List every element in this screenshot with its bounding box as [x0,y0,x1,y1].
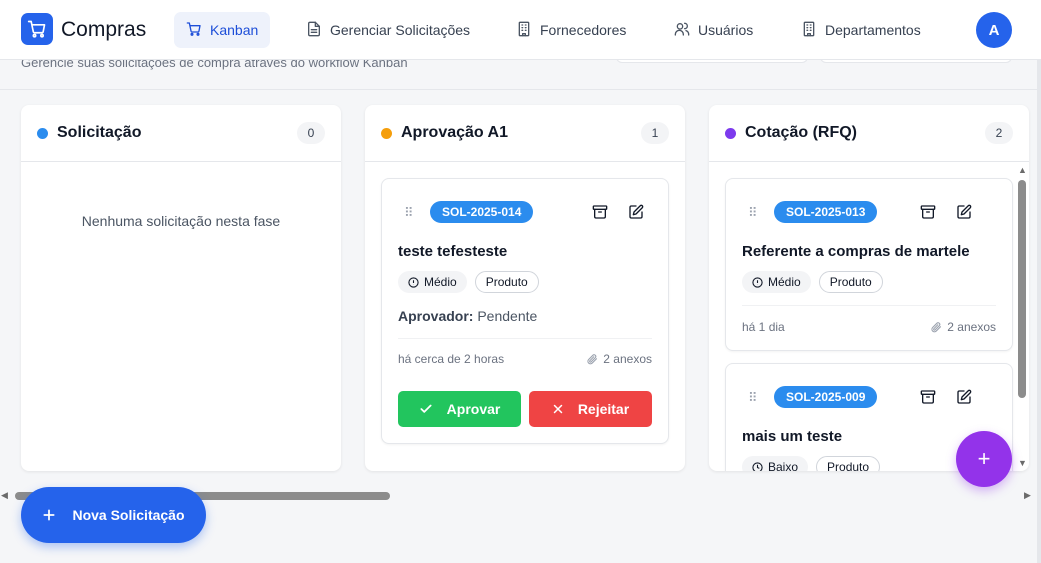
drag-handle-icon[interactable]: ⠿ [404,205,413,221]
empty-column-message: Nenhuma solicitação nesta fase [81,213,281,229]
card-divider [742,305,996,306]
building-icon [801,21,817,40]
request-code-badge: SOL-2025-014 [430,201,534,223]
urgency-tag: Médio [742,271,811,293]
nav-kanban-label: Kanban [210,22,259,38]
vertical-scroll-thumb[interactable] [1018,180,1026,398]
edit-icon[interactable] [954,202,974,222]
request-card[interactable]: ⠿ SOL-2025-014 teste tefesteste Médio Pr… [381,178,669,444]
nav-usuarios[interactable]: Usuários [662,12,765,48]
alert-circle-icon [752,276,763,288]
document-icon [306,21,322,40]
plus-icon [43,509,56,521]
request-code-badge: SOL-2025-009 [774,386,878,408]
app-name[interactable]: Compras [61,18,146,42]
column-header: Cotação (RFQ) 2 [709,105,1029,162]
column-title: Solicitação [57,124,142,141]
urgency-tag: Médio [398,271,467,293]
paperclip-icon [931,322,942,333]
attachments-info: 2 anexos [586,352,652,366]
card-meta: há cerca de 2 horas 2 anexos [398,352,652,366]
content-divider [0,89,1041,90]
column-header: Aprovação A1 1 [365,105,685,162]
drag-handle-icon[interactable]: ⠿ [748,205,757,221]
nav-gerenciar-solicitacoes[interactable]: Gerenciar Solicitações [294,12,482,48]
nav-fornecedores-label: Fornecedores [540,22,627,38]
column-count-badge: 1 [641,122,669,144]
column-status-dot [381,127,392,139]
card-meta: há 1 dia 2 anexos [742,320,996,334]
paperclip-icon [587,354,598,365]
floating-add-button[interactable]: + [956,431,1012,487]
nav-fornecedores[interactable]: Fornecedores [504,12,638,48]
nav-kanban[interactable]: Kanban [174,12,271,48]
column-count-badge: 2 [985,122,1013,144]
card-divider [398,338,652,339]
column-vertical-scrollbar[interactable]: ▲ ▼ [1015,165,1029,471]
scroll-up-arrow-icon[interactable]: ▲ [1018,165,1027,175]
urgency-tag: Baixo [742,456,809,471]
nav-gerenciar-label: Gerenciar Solicitações [330,22,471,38]
user-avatar[interactable]: A [976,12,1012,48]
cart-icon [186,21,202,40]
column-title: Aprovação A1 [401,124,508,141]
request-card[interactable]: ⠿ SOL-2025-013 Referente a compras de ma… [725,178,1013,351]
users-icon [674,21,690,40]
attachments-info: 2 anexos [930,320,996,334]
category-tag: Produto [474,271,539,293]
request-title: teste tefesteste [398,243,508,260]
reject-button[interactable]: Rejeitar [529,391,652,427]
edit-icon[interactable] [626,202,646,222]
category-tag: Produto [816,456,881,471]
new-request-button[interactable]: Nova Solicitação [21,487,206,543]
kanban-column-solicitacao: Solicitação 0 Nenhuma solicitação nesta … [21,105,341,471]
column-status-dot [37,127,48,139]
request-time: há 1 dia [742,320,785,334]
building-icon [516,21,532,40]
cart-logo-icon[interactable] [21,13,53,45]
window-scrollbar-track [1037,0,1041,563]
approver-line: Aprovador: Pendente [398,308,538,324]
column-header: Solicitação 0 [21,105,341,162]
column-status-dot [725,127,736,139]
nav-departamentos[interactable]: Departamentos [789,12,933,48]
drag-handle-icon[interactable]: ⠿ [748,390,757,406]
scroll-right-arrow-icon[interactable]: ▶ [1024,490,1031,501]
scroll-left-arrow-icon[interactable]: ◀ [1,490,8,501]
kanban-column-aprovacao-a1: Aprovação A1 1 ⠿ SOL-2025-014 teste tefe… [365,105,685,471]
request-code-badge: SOL-2025-013 [774,201,878,223]
nav-usuarios-label: Usuários [698,22,754,38]
close-icon [553,404,563,414]
alert-circle-icon [408,276,419,288]
request-title: mais um teste [742,428,843,445]
column-count-badge: 0 [297,122,325,144]
category-tag: Produto [818,271,883,293]
nav-departamentos-label: Departamentos [825,22,921,38]
archive-icon[interactable] [590,202,610,222]
archive-icon[interactable] [918,387,938,407]
request-title: Referente a compras de martele [742,243,970,260]
scroll-down-arrow-icon[interactable]: ▼ [1018,458,1027,468]
check-icon [420,404,432,413]
kanban-column-cotacao-rfq: Cotação (RFQ) 2 ⠿ SOL-2025-013 Referente… [709,105,1029,471]
column-title: Cotação (RFQ) [745,124,857,141]
clock-icon [752,461,763,471]
top-navbar: Compras Kanban Gerenciar Solicitações Fo… [0,0,1041,60]
request-time: há cerca de 2 horas [398,352,505,366]
approve-button[interactable]: Aprovar [398,391,521,427]
archive-icon[interactable] [918,202,938,222]
edit-icon[interactable] [954,387,974,407]
